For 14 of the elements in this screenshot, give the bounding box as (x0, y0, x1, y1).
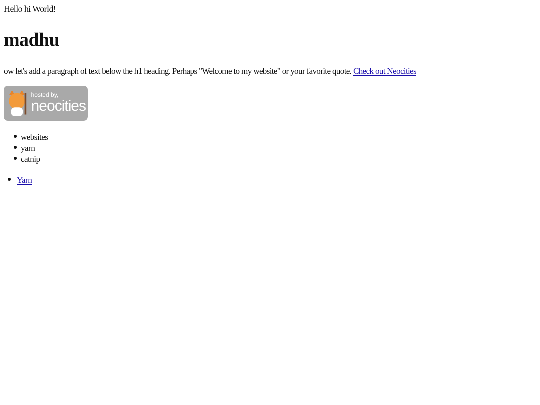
bullet-icon (8, 178, 11, 181)
greeting-text: Hello hi World! (4, 4, 58, 14)
bullet-icon (14, 157, 17, 160)
yarn-link[interactable]: Yarn (17, 174, 32, 184)
list-item: websites (21, 132, 48, 142)
page-heading: madhu (4, 30, 61, 52)
list-item: catnip (21, 154, 40, 164)
bullet-icon (14, 146, 17, 149)
cat-icon (6, 88, 30, 120)
neocities-link[interactable]: Check out Neocities (353, 66, 416, 76)
badge-title: neocities (31, 99, 86, 114)
list-item: yarn (21, 142, 36, 152)
bullet-icon (14, 135, 17, 138)
paragraph-text: ow let's add a paragraph of text below the h1 heading. Perhaps "Welcome to my website" or your favorite quote. (4, 66, 353, 76)
